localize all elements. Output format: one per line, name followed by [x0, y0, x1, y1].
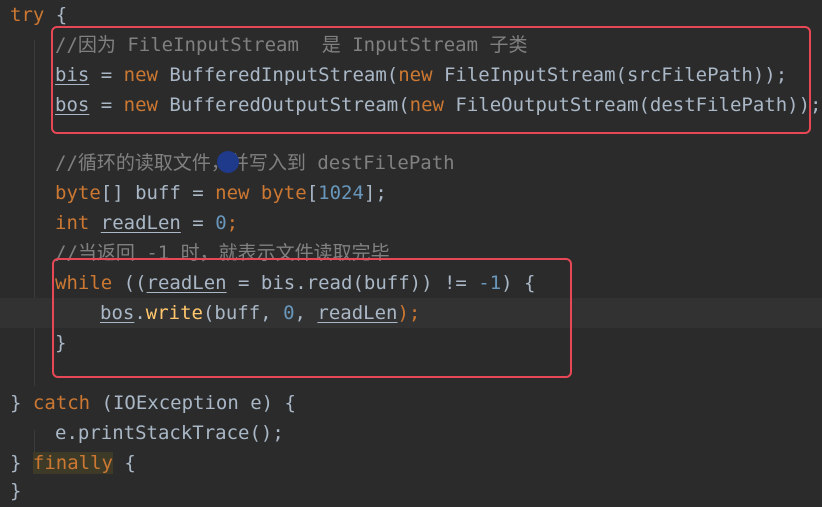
- code-line[interactable]: }: [10, 476, 822, 506]
- number-literal: 1024: [318, 182, 364, 204]
- code-line[interactable]: byte[] buff = new byte[1024];: [55, 178, 822, 208]
- code-line[interactable]: while ((readLen = bis.read(buff)) != -1)…: [55, 268, 822, 298]
- semicolon: ;: [226, 212, 239, 234]
- brace: }: [10, 452, 33, 474]
- code-editor[interactable]: try { //因为 FileInputStream 是 InputStream…: [0, 0, 822, 507]
- brace: }: [55, 332, 67, 354]
- code-line[interactable]: } catch (IOException e) {: [10, 388, 822, 418]
- code-text: e.printStackTrace();: [55, 422, 284, 444]
- while-keyword: while: [55, 272, 113, 294]
- type-keyword: byte: [249, 182, 307, 204]
- code-text: ) {: [501, 272, 536, 294]
- variable-readLen: readLen: [100, 212, 181, 234]
- variable-readLen: readLen: [317, 302, 398, 324]
- code-text: [: [306, 182, 319, 204]
- new-keyword: new: [398, 64, 433, 86]
- code-line[interactable]: e.printStackTrace();: [55, 418, 822, 448]
- code-line[interactable]: bos = new BufferedOutputStream(new FileO…: [55, 90, 822, 120]
- code-text: (buff,: [202, 302, 284, 324]
- code-text: FileInputStream(srcFilePath));: [432, 64, 788, 86]
- operator: =: [89, 94, 124, 116]
- code-text: {: [112, 452, 136, 474]
- comment: //当返回 -1 时，就表示文件读取完毕: [55, 242, 390, 264]
- type-keyword: byte: [55, 182, 101, 204]
- finally-keyword: finally: [32, 452, 113, 474]
- new-keyword: new: [409, 94, 444, 116]
- new-keyword: new: [215, 182, 250, 204]
- operator: =: [89, 64, 124, 86]
- code-line-current[interactable]: bos.write(buff, 0, readLen);: [0, 298, 822, 328]
- number-literal: -1: [478, 272, 502, 294]
- code-text: BufferedInputStream(: [157, 64, 399, 86]
- code-text: [] buff =: [100, 182, 216, 204]
- code-line[interactable]: //当返回 -1 时，就表示文件读取完毕: [55, 238, 822, 268]
- brace: {: [55, 4, 68, 26]
- variable-readLen: readLen: [146, 272, 227, 294]
- code-text: = bis.read(buff)) !=: [226, 272, 479, 294]
- try-keyword: try: [10, 4, 45, 26]
- code-text: ,: [294, 302, 318, 324]
- pointer-dot: [217, 151, 239, 173]
- number-literal: 0: [283, 302, 295, 324]
- code-line[interactable]: }: [55, 328, 822, 358]
- indent-guide: [34, 40, 35, 386]
- type-keyword: int: [55, 212, 90, 234]
- number-literal: 0: [215, 212, 227, 234]
- code-line[interactable]: } finally {: [10, 448, 822, 478]
- code-line[interactable]: int readLen = 0;: [55, 208, 822, 238]
- code-text: ];: [363, 182, 387, 204]
- code-line[interactable]: //循环的读取文件，并写入到 destFilePath: [55, 148, 822, 178]
- code-text: FileOutputStream(destFilePath));: [443, 94, 822, 116]
- new-keyword: new: [123, 64, 158, 86]
- brace: }: [10, 480, 22, 502]
- variable-bos: bos: [55, 94, 90, 116]
- method-call: write: [145, 302, 203, 324]
- comment: //循环的读取文件，并写入到 destFilePath: [55, 152, 455, 174]
- variable-bis: bis: [55, 64, 90, 86]
- code-text: BufferedOutputStream(: [157, 94, 410, 116]
- code-line[interactable]: bis = new BufferedInputStream(new FileIn…: [55, 60, 822, 90]
- code-line[interactable]: try {: [10, 0, 822, 30]
- catch-keyword: catch: [32, 392, 91, 414]
- code-text: (IOException e) {: [90, 392, 296, 414]
- variable-bos: bos: [100, 302, 135, 324]
- code-text: .: [134, 302, 146, 324]
- new-keyword: new: [123, 94, 158, 116]
- code-text: );: [397, 302, 421, 324]
- code-line[interactable]: //因为 FileInputStream 是 InputStream 子类: [55, 30, 822, 60]
- comment: //因为 FileInputStream 是 InputStream 子类: [55, 34, 528, 56]
- operator: =: [180, 212, 216, 234]
- code-text: ((: [112, 272, 147, 294]
- brace: }: [10, 392, 33, 414]
